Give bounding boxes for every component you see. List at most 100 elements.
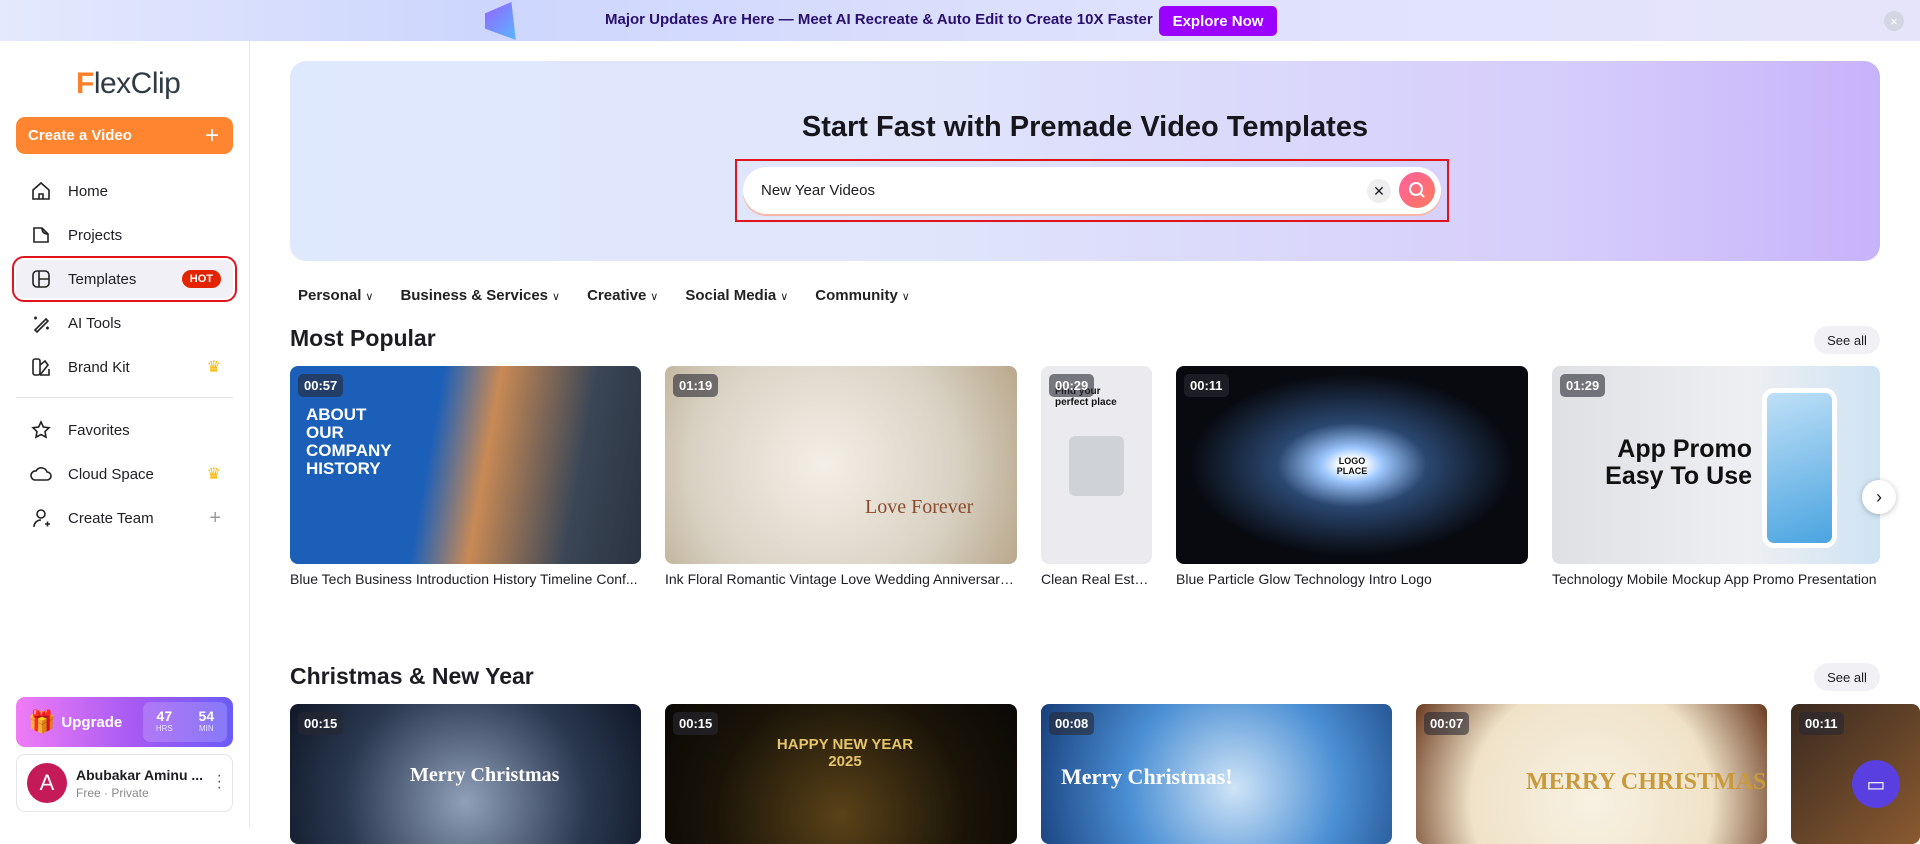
chevron-right-icon: › [1876, 486, 1882, 507]
duration-badge: 00:29 [1049, 374, 1095, 397]
close-banner-icon[interactable]: × [1884, 11, 1904, 31]
template-card[interactable]: MERRY CHRISTMAS 00:07 [1416, 704, 1767, 844]
see-all-button[interactable]: See all [1814, 326, 1880, 354]
chat-icon: ▭ [1866, 773, 1886, 796]
category-business[interactable]: Business & Services ∨ [400, 287, 560, 304]
template-card[interactable]: Love Forever 01:19 [665, 366, 1017, 564]
chat-support-button[interactable]: ▭ [1852, 760, 1900, 808]
search-highlight: New Year Videos ✕ [735, 159, 1449, 222]
template-card[interactable]: Find your perfect place 00:29 [1041, 366, 1152, 564]
section-title: Christmas & New Year [290, 663, 534, 689]
thumbnail-text: Merry Christmas [410, 764, 560, 786]
sidebar-item-label: Create Team [68, 509, 154, 527]
user-account[interactable]: A Abubakar Aminu ... Free · Private · · · [16, 754, 233, 812]
hero-banner: Start Fast with Premade Video Templates … [290, 61, 1880, 261]
more-options-icon[interactable]: · · · [217, 768, 222, 796]
card-title[interactable]: Ink Floral Romantic Vintage Love Wedding… [665, 571, 1017, 587]
chevron-down-icon: ∨ [552, 291, 561, 303]
chevron-down-icon: ∨ [365, 291, 374, 303]
plus-icon: + [204, 121, 219, 149]
chevron-down-icon: ∨ [901, 291, 910, 303]
search-value: New Year Videos [761, 182, 875, 199]
magic-wand-icon [30, 312, 52, 334]
section-title: Most Popular [290, 325, 436, 351]
sidebar-item-cloud-space[interactable]: Cloud Space ♛ [16, 455, 233, 493]
template-card[interactable]: Merry Christmas 00:15 [290, 704, 641, 844]
avatar: A [27, 763, 67, 803]
megaphone-icon [485, 2, 516, 40]
category-personal[interactable]: Personal ∨ [298, 287, 373, 304]
thumbnail-text: Merry Christmas! [1061, 764, 1233, 789]
sidebar-item-brand-kit[interactable]: Brand Kit ♛ [16, 348, 233, 386]
category-community[interactable]: Community ∨ [815, 287, 910, 304]
sidebar-item-create-team[interactable]: Create Team + [16, 499, 233, 537]
card-title[interactable]: Clean Real Estat... [1041, 571, 1152, 587]
user-name: Abubakar Aminu ... [76, 766, 204, 783]
phone-mockup [1762, 388, 1837, 548]
duration-badge: 00:08 [1049, 712, 1095, 735]
countdown-timer: 47 HRS 54 MIN [143, 702, 227, 742]
thumbnail-text: ABOUT OUR COMPANY HISTORY [306, 405, 392, 478]
carousel-next-button[interactable]: › [1862, 480, 1896, 514]
template-card[interactable]: HAPPY NEW YEAR 2025 00:15 [665, 704, 1017, 844]
duration-badge: 00:11 [1184, 374, 1229, 397]
duration-badge: 00:57 [298, 374, 344, 397]
sidebar-item-templates[interactable]: Templates HOT [12, 256, 237, 302]
projects-icon [30, 224, 52, 246]
template-card[interactable]: Merry Christmas! 00:08 [1041, 704, 1392, 844]
hot-badge: HOT [181, 270, 221, 288]
star-icon [30, 419, 52, 441]
cloud-icon [30, 463, 52, 485]
sidebar-item-favorites[interactable]: Favorites [16, 411, 233, 449]
thumbnail-text: MERRY CHRISTMAS [1526, 769, 1767, 795]
template-card[interactable]: App Promo Easy To Use 01:29 [1552, 366, 1880, 564]
template-card[interactable]: LOGO PLACE 00:11 [1176, 366, 1528, 564]
card-title[interactable]: Blue Tech Business Introduction History … [290, 571, 641, 587]
chevron-down-icon: ∨ [650, 291, 659, 303]
category-label: Creative [587, 287, 647, 304]
sidebar-item-label: Favorites [68, 421, 130, 439]
see-all-button[interactable]: See all [1814, 663, 1880, 691]
duration-badge: 01:19 [673, 374, 719, 397]
category-nav: Personal ∨ Business & Services ∨ Creative ∨… [298, 287, 910, 304]
upgrade-button[interactable]: 🎁 Upgrade 47 HRS 54 MIN [16, 697, 233, 747]
search-button[interactable] [1399, 172, 1435, 208]
add-user-icon [30, 507, 52, 529]
search-input[interactable]: New Year Videos ✕ [743, 167, 1441, 214]
duration-badge: 00:11 [1799, 712, 1844, 735]
card-title[interactable]: Blue Particle Glow Technology Intro Logo [1176, 571, 1528, 587]
category-social-media[interactable]: Social Media ∨ [685, 287, 788, 304]
category-creative[interactable]: Creative ∨ [587, 287, 658, 304]
category-label: Personal [298, 287, 362, 304]
create-video-label: Create a Video [28, 127, 132, 144]
sidebar-item-label: Templates [68, 270, 137, 288]
card-title[interactable]: Technology Mobile Mockup App Promo Prese… [1552, 571, 1880, 587]
sidebar-item-projects[interactable]: Projects [16, 216, 233, 254]
template-card[interactable]: ABOUT OUR COMPANY HISTORY 00:57 [290, 366, 641, 564]
duration-badge: 00:07 [1424, 712, 1470, 735]
brand-kit-icon [30, 356, 52, 378]
create-video-button[interactable]: Create a Video + [16, 117, 233, 154]
logo-text: lexClip [93, 67, 181, 100]
user-plan: Free · Private [76, 785, 149, 800]
sidebar-item-label: Cloud Space [68, 465, 154, 483]
minutes: 54 MIN [199, 709, 215, 735]
templates-icon [30, 268, 52, 290]
crown-icon: ♛ [206, 359, 221, 376]
home-icon [30, 180, 52, 202]
plus-icon[interactable]: + [209, 507, 221, 530]
flexclip-logo[interactable]: FlexClip [76, 67, 181, 101]
thumbnail-text: LOGO PLACE [1336, 456, 1368, 476]
sidebar-item-home[interactable]: Home [16, 172, 233, 210]
clear-search-icon[interactable]: ✕ [1367, 179, 1391, 203]
explore-now-button[interactable]: Explore Now [1159, 6, 1277, 36]
sidebar: FlexClip Create a Video + Home Projects T… [0, 41, 250, 827]
category-label: Social Media [685, 287, 777, 304]
duration-badge: 01:29 [1560, 374, 1606, 397]
sidebar-item-label: Projects [68, 226, 123, 244]
sidebar-item-ai-tools[interactable]: AI Tools [16, 304, 233, 342]
sidebar-divider [16, 397, 233, 398]
page-title: Start Fast with Premade Video Templates [801, 111, 1369, 143]
crown-icon: ♛ [206, 466, 221, 483]
upgrade-label: Upgrade [61, 713, 123, 731]
